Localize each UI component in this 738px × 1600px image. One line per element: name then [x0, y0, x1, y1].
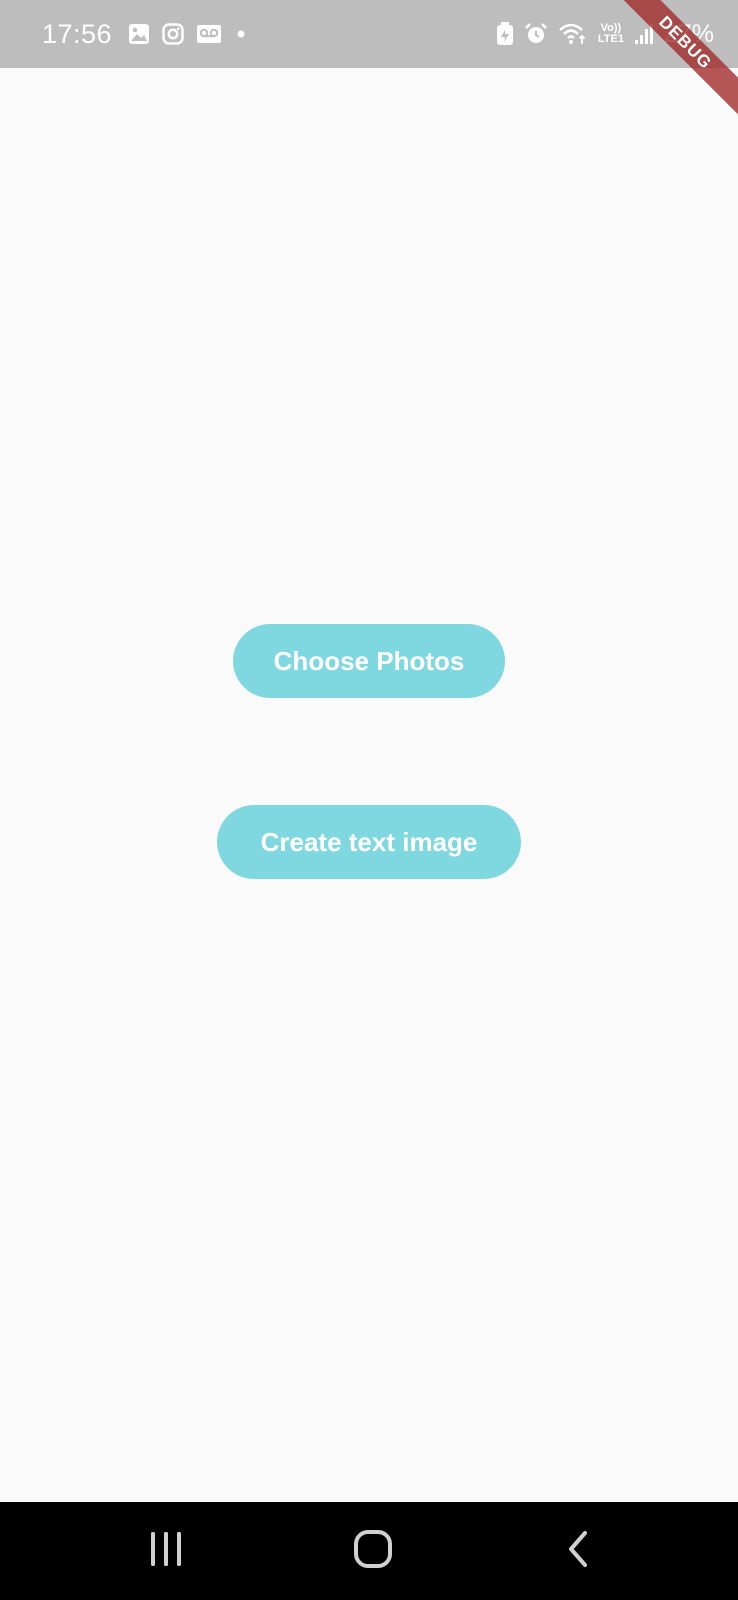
recent-apps-icon — [146, 1529, 186, 1574]
home-button[interactable] — [318, 1502, 428, 1600]
battery-saver-icon — [496, 22, 514, 46]
navigation-bar — [0, 1502, 738, 1600]
battery-percentage: 27% — [663, 19, 714, 48]
voicemail-icon — [196, 23, 222, 45]
signal-icon — [634, 23, 654, 45]
status-bar: 17:56 Vo)) LTE1 27% — [0, 0, 738, 68]
instagram-icon — [162, 23, 184, 45]
recent-apps-button[interactable] — [111, 1502, 221, 1600]
choose-photos-button[interactable]: Choose Photos — [233, 624, 505, 698]
back-button[interactable] — [524, 1502, 634, 1600]
volte-bottom-label: LTE1 — [597, 33, 624, 45]
back-icon — [559, 1529, 599, 1574]
gallery-icon — [128, 23, 150, 45]
more-dot-icon — [234, 23, 248, 45]
volte-icon: Vo)) LTE1 — [598, 23, 624, 45]
wifi-icon — [558, 22, 588, 46]
main-content: Choose Photos Create text image — [0, 68, 738, 1502]
home-icon — [353, 1529, 393, 1574]
alarm-icon — [524, 22, 548, 46]
status-left-group: 17:56 — [42, 0, 248, 68]
status-time: 17:56 — [42, 18, 113, 49]
status-right-group: Vo)) LTE1 27% — [496, 0, 714, 68]
create-text-image-button[interactable]: Create text image — [217, 805, 521, 879]
